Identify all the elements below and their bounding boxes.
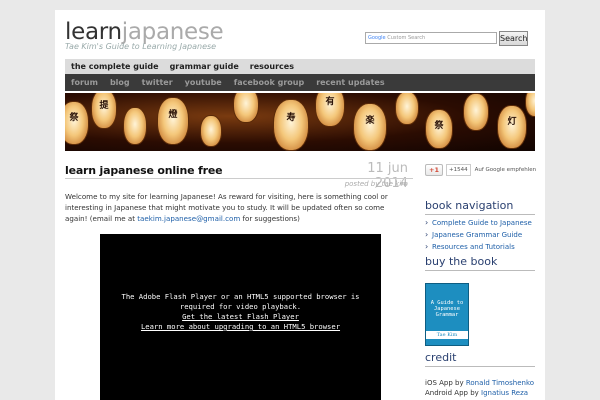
lantern-text: 燈 bbox=[168, 110, 178, 121]
page-container: learnjapanese Tae Kim's Guide to Learnin… bbox=[55, 10, 545, 400]
book-navigation-heading: book navigation bbox=[425, 199, 514, 212]
lantern bbox=[395, 93, 419, 125]
google-plus-count: +1544 bbox=[446, 163, 471, 176]
search-placeholder-brand: Google bbox=[368, 35, 386, 41]
lantern: 燈 bbox=[157, 97, 189, 145]
post-title[interactable]: learn japanese online free bbox=[65, 164, 223, 177]
primary-nav: the complete guide grammar guide resourc… bbox=[65, 59, 535, 74]
book-nav-item: Resources and Tutorials bbox=[425, 241, 540, 253]
credit-heading: credit bbox=[425, 351, 457, 364]
sidebar-divider bbox=[425, 270, 535, 271]
post-author: posted by tae kim bbox=[344, 180, 408, 188]
google-plus-button[interactable]: +1 bbox=[425, 163, 443, 176]
search-placeholder-text: Custom Search bbox=[387, 35, 426, 41]
site-tagline: Tae Kim's Guide to Learning Japanese bbox=[65, 42, 217, 51]
nav-forum[interactable]: forum bbox=[71, 78, 98, 87]
nav-recent-updates[interactable]: recent updates bbox=[316, 78, 384, 87]
html5-upgrade-link[interactable]: Learn more about upgrading to an HTML5 b… bbox=[104, 322, 377, 332]
sidebar-divider bbox=[425, 214, 535, 215]
book-cover-author: Tae Kim bbox=[426, 331, 468, 339]
credit-text: iOS App by Ronald Timoshenko Android App… bbox=[425, 378, 540, 400]
nav-blog[interactable]: blog bbox=[110, 78, 130, 87]
credit-ios: iOS App by Ronald Timoshenko bbox=[425, 378, 540, 388]
nav-complete-guide[interactable]: the complete guide bbox=[71, 62, 159, 71]
credit-android-label: Android App by bbox=[425, 389, 481, 397]
lantern-text: 祭 bbox=[434, 120, 444, 131]
lantern-text: 灯 bbox=[507, 117, 517, 128]
book-navigation-list: Complete Guide to Japanese Japanese Gram… bbox=[425, 217, 540, 253]
credit-ios-label: iOS App by bbox=[425, 379, 466, 387]
lantern: 有 bbox=[315, 93, 345, 127]
sidebar-divider bbox=[425, 366, 535, 367]
book-cover-title: A Guide to Japanese Grammar bbox=[430, 300, 464, 318]
nav-resources[interactable]: resources bbox=[250, 62, 294, 71]
lantern: 楽 bbox=[353, 103, 387, 151]
nav-twitter[interactable]: twitter bbox=[142, 78, 173, 87]
google-plus-widget: +1 +1544 Auf Google empfehlen bbox=[425, 163, 536, 176]
flash-required-text: The Adobe Flash Player or an HTML5 suppo… bbox=[121, 292, 360, 311]
nav-facebook-group[interactable]: facebook group bbox=[234, 78, 304, 87]
post-body-text-end: for suggestions) bbox=[240, 214, 300, 223]
get-flash-link[interactable]: Get the latest Flash Player bbox=[104, 312, 377, 322]
lantern bbox=[200, 115, 222, 147]
nav-youtube[interactable]: youtube bbox=[185, 78, 222, 87]
lantern: 灯 bbox=[497, 105, 527, 149]
lantern: 寿 bbox=[273, 99, 309, 151]
complete-guide-link[interactable]: Complete Guide to Japanese bbox=[432, 219, 532, 227]
lantern bbox=[233, 93, 259, 123]
nav-grammar-guide[interactable]: grammar guide bbox=[170, 62, 239, 71]
secondary-nav: forum blog twitter youtube facebook grou… bbox=[65, 74, 535, 91]
book-nav-item: Complete Guide to Japanese bbox=[425, 217, 540, 229]
resources-link[interactable]: Resources and Tutorials bbox=[432, 243, 515, 251]
lantern-text: 楽 bbox=[365, 116, 375, 127]
lantern-text: 祭 bbox=[69, 113, 79, 124]
post-divider bbox=[65, 178, 413, 179]
lantern bbox=[525, 93, 535, 117]
credit-android: Android App by Ignatius Reza Lesmana bbox=[425, 388, 540, 400]
lantern: 祭 bbox=[65, 101, 89, 145]
lantern-text: 寿 bbox=[286, 113, 296, 123]
search-form: Google Custom Search Search bbox=[365, 31, 530, 46]
lantern bbox=[123, 107, 147, 145]
book-cover-image[interactable]: A Guide to Japanese Grammar Tae Kim bbox=[425, 283, 469, 346]
lantern bbox=[463, 93, 489, 131]
flash-message: The Adobe Flash Player or an HTML5 suppo… bbox=[104, 292, 377, 332]
lantern: 提 bbox=[91, 93, 117, 129]
email-link[interactable]: taekim.japanese@gmail.com bbox=[137, 214, 240, 223]
post-body: Welcome to my site for learning Japanese… bbox=[65, 191, 407, 224]
grammar-guide-link[interactable]: Japanese Grammar Guide bbox=[432, 231, 522, 239]
search-input[interactable]: Google Custom Search bbox=[365, 32, 497, 44]
google-plus-recommend: Auf Google empfehlen bbox=[474, 166, 537, 173]
video-player[interactable]: The Adobe Flash Player or an HTML5 suppo… bbox=[100, 234, 381, 400]
credit-ios-link[interactable]: Ronald Timoshenko bbox=[466, 379, 534, 387]
buy-book-heading: buy the book bbox=[425, 255, 498, 268]
lantern-text: 有 bbox=[325, 97, 335, 107]
book-nav-item: Japanese Grammar Guide bbox=[425, 229, 540, 241]
search-button[interactable]: Search bbox=[499, 31, 528, 46]
lantern-text: 提 bbox=[99, 100, 109, 111]
lantern-banner-image: 祭 提 燈 寿 有 楽 祭 灯 bbox=[65, 93, 535, 151]
lantern: 祭 bbox=[425, 109, 453, 149]
